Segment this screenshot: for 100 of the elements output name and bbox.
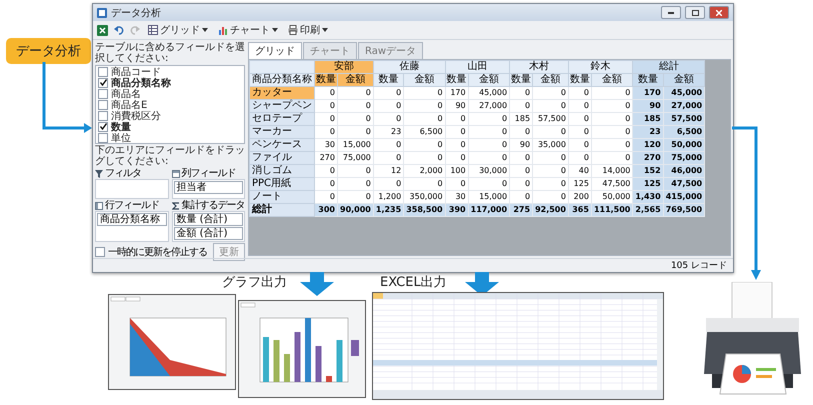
field-chip[interactable]: 金額 (合計) xyxy=(174,227,243,240)
table-cell: 0 xyxy=(468,126,510,138)
row-header[interactable]: PPC用紙 xyxy=(250,178,314,190)
column-header[interactable]: 山田 xyxy=(445,60,510,74)
table-cell: 111,500 xyxy=(591,204,633,216)
caret-icon xyxy=(202,28,208,32)
table-cell: 0 xyxy=(591,100,633,112)
table-cell: 0 xyxy=(468,152,510,164)
undo-icon[interactable] xyxy=(114,25,124,35)
table-cell: 6,500 xyxy=(663,126,705,138)
field-item[interactable]: 消費税区分 xyxy=(96,110,244,121)
down-arrow-icon xyxy=(300,272,334,296)
table-cell: 0 xyxy=(338,164,374,178)
data-analysis-badge: データ分析 xyxy=(6,38,91,64)
row-header[interactable]: ペンケース xyxy=(250,138,314,152)
row-header[interactable]: 総計 xyxy=(250,204,314,216)
output-label: EXCEL出力 xyxy=(380,274,447,291)
row-header[interactable]: ノート xyxy=(250,190,314,204)
tab[interactable]: チャート xyxy=(303,42,357,59)
column-header[interactable]: 金額 xyxy=(338,74,374,86)
table-cell: 0 xyxy=(468,178,510,190)
column-header[interactable]: 金額 xyxy=(663,74,705,86)
chart-icon xyxy=(218,25,228,35)
checkbox[interactable] xyxy=(98,110,108,120)
table-cell: 0 xyxy=(532,164,568,178)
column-header[interactable]: 安部 xyxy=(314,60,374,74)
row-header[interactable]: 消しゴム xyxy=(250,164,314,178)
field-chip[interactable]: 担当者 xyxy=(174,181,243,194)
table-cell: 0 xyxy=(591,86,633,100)
field-item[interactable]: 単位 xyxy=(96,132,244,143)
caret-icon xyxy=(272,28,278,32)
row-header[interactable]: ファイル xyxy=(250,152,314,164)
checkbox[interactable] xyxy=(98,78,108,88)
area-label: フィルタ xyxy=(105,168,141,179)
app-icon xyxy=(97,8,107,18)
output-label: グラフ出力 xyxy=(222,274,287,291)
table-cell: 2,000 xyxy=(404,164,446,178)
table-cell: 0 xyxy=(338,178,374,190)
checkbox[interactable] xyxy=(98,100,108,110)
column-header[interactable]: 総計 xyxy=(632,60,705,74)
table-cell: 50,000 xyxy=(591,190,633,204)
checkbox[interactable] xyxy=(95,247,105,257)
table-cell: 27,000 xyxy=(468,100,510,112)
field-item[interactable]: 数量 xyxy=(96,121,244,132)
row-header[interactable]: マーカー xyxy=(250,126,314,138)
table-cell: 15,000 xyxy=(338,138,374,152)
tab[interactable]: Rawデータ xyxy=(358,42,424,59)
excel-icon[interactable] xyxy=(97,24,108,36)
table-cell: 0 xyxy=(404,178,446,190)
column-header[interactable]: 商品分類名称 xyxy=(250,74,314,86)
column-header[interactable]: 金額 xyxy=(404,74,446,86)
row-header[interactable]: シャープペン xyxy=(250,100,314,112)
checkbox[interactable] xyxy=(98,66,108,76)
field-chip[interactable]: 数量 (合計) xyxy=(174,213,243,226)
table-cell: 0 xyxy=(404,112,446,126)
checkbox[interactable] xyxy=(98,132,108,142)
field-item[interactable]: 商品コード xyxy=(96,66,244,77)
close-icon xyxy=(716,10,722,16)
column-header[interactable]: 金額 xyxy=(468,74,510,86)
table-cell: 0 xyxy=(591,112,633,126)
table-cell: 47,500 xyxy=(591,178,633,190)
table-cell: 0 xyxy=(338,126,374,138)
checkbox[interactable] xyxy=(98,88,108,98)
field-chip[interactable]: 商品分類名称 xyxy=(97,213,166,226)
field-item[interactable]: 商品分類名称 xyxy=(96,77,244,88)
area-label: 集計するデータ xyxy=(182,200,244,211)
maximize-button[interactable] xyxy=(685,6,705,19)
table-cell: 92,500 xyxy=(532,204,568,216)
maximize-icon xyxy=(692,10,698,16)
field-item[interactable]: 商品名 xyxy=(96,88,244,99)
table-cell: 769,500 xyxy=(663,204,705,216)
field-item[interactable]: 商品名E xyxy=(96,99,244,110)
row-header[interactable]: セロテープ xyxy=(250,112,314,126)
column-header[interactable]: 鈴木 xyxy=(568,60,633,74)
checkbox[interactable] xyxy=(98,122,108,132)
instruction-text: テーブルに含めるフィールドを選択してください: xyxy=(95,42,245,64)
table-cell: 57,500 xyxy=(532,112,568,126)
table-cell: 415,000 xyxy=(663,190,705,204)
column-header[interactable]: 佐藤 xyxy=(373,60,446,74)
record-count: 105 レコード xyxy=(670,260,727,272)
toolbar-button[interactable]: チャート xyxy=(216,23,280,37)
table-cell: 30,000 xyxy=(468,164,510,178)
close-button[interactable] xyxy=(709,6,729,19)
column-header[interactable]: 金額 xyxy=(532,74,568,86)
column-header[interactable]: 金額 xyxy=(591,74,633,86)
table-cell: 45,000 xyxy=(663,86,705,100)
table-cell: 0 xyxy=(404,152,446,164)
table-cell: 47,500 xyxy=(663,178,705,190)
table-cell: 6,500 xyxy=(404,126,446,138)
table-cell: 45,000 xyxy=(468,86,510,100)
table-cell: 0 xyxy=(404,86,446,100)
toolbar-button[interactable]: 印刷 xyxy=(286,23,330,37)
table-cell: 117,000 xyxy=(468,204,510,216)
column-header[interactable]: 木村 xyxy=(510,60,568,74)
table-cell: 0 xyxy=(338,86,374,100)
tab[interactable]: グリッド xyxy=(248,42,302,59)
row-header[interactable]: カッター xyxy=(250,86,314,100)
minimize-button[interactable] xyxy=(661,6,681,19)
toolbar-button[interactable]: グリッド xyxy=(146,23,210,37)
table-cell: 0 xyxy=(532,126,568,138)
